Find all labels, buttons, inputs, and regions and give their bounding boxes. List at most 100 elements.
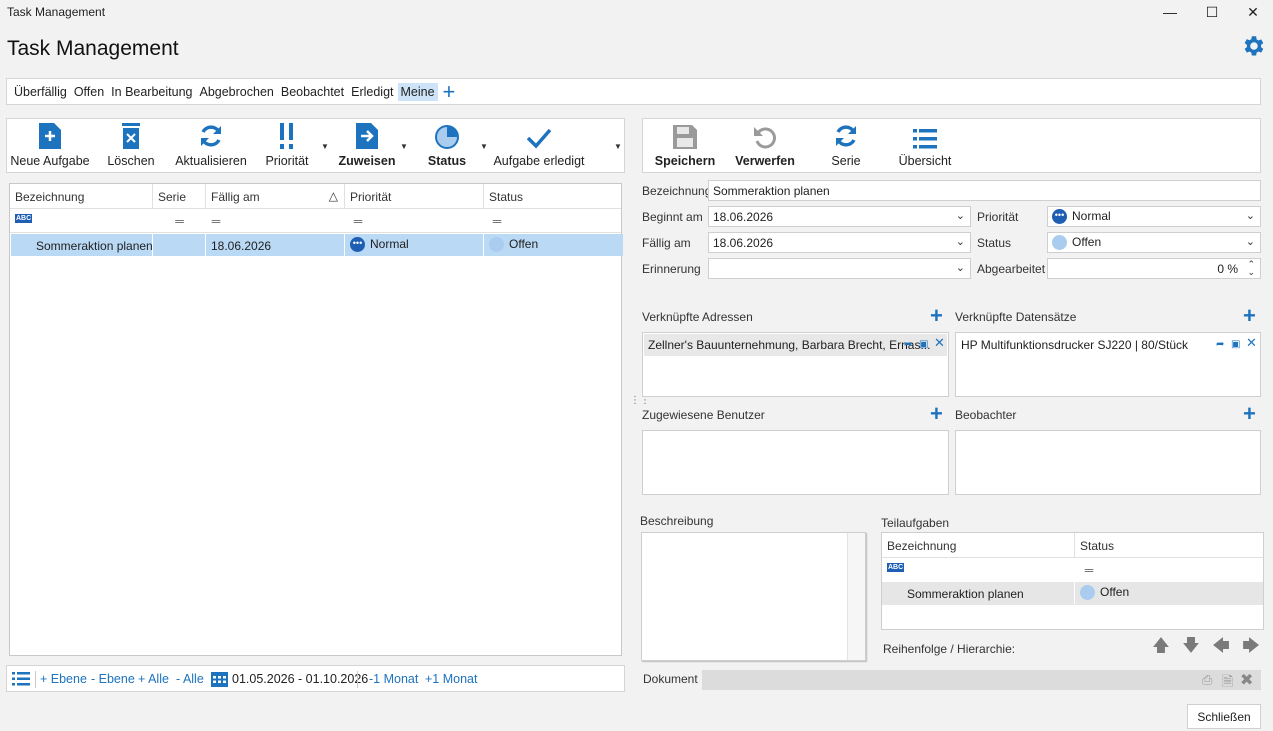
details-icon[interactable]: ▣ xyxy=(919,340,929,350)
clear-document-icon[interactable]: ✖ xyxy=(1240,670,1253,690)
column-header-series[interactable]: Serie xyxy=(153,184,206,208)
scan-icon[interactable]: ⎙ xyxy=(1202,672,1212,688)
subtask-column-name[interactable]: Bezeichnung xyxy=(882,533,1075,557)
move-up-icon[interactable]: 🡅 xyxy=(1150,636,1172,658)
priority-select[interactable]: ••• Normal ⌄ xyxy=(1047,206,1261,227)
assign-button[interactable]: Zuweisen xyxy=(339,119,395,171)
text-filter-icon[interactable]: ABC xyxy=(15,209,33,231)
status-value: Offen xyxy=(1072,235,1102,249)
reminder-field[interactable]: ⌄ xyxy=(708,258,971,279)
chevron-down-icon[interactable]: ⌄ xyxy=(956,261,965,274)
outdent-icon[interactable]: 🡄 xyxy=(1210,636,1232,658)
add-record-icon[interactable]: + xyxy=(1243,305,1256,327)
close-window-button[interactable]: ✕ xyxy=(1233,2,1273,22)
minimize-button[interactable]: — xyxy=(1150,2,1190,22)
subtask-column-status[interactable]: Status xyxy=(1075,533,1263,557)
add-tab-icon[interactable]: + xyxy=(439,80,460,102)
add-user-icon[interactable]: + xyxy=(930,403,943,425)
details-icon[interactable]: ▣ xyxy=(1231,340,1241,350)
add-address-icon[interactable]: + xyxy=(930,305,943,327)
move-down-icon[interactable]: 🡇 xyxy=(1180,636,1202,658)
due-date-value: 18.06.2026 xyxy=(713,236,774,250)
status-filter-icon[interactable]: ═ xyxy=(1075,558,1103,580)
tab-cancelled[interactable]: Abgebrochen xyxy=(196,83,276,101)
close-button[interactable]: Schließen xyxy=(1187,704,1261,729)
column-header-name[interactable]: Bezeichnung xyxy=(10,184,153,208)
name-field[interactable]: Sommeraktion planen xyxy=(708,180,1261,201)
chevron-down-icon[interactable]: ⌄ xyxy=(1246,209,1255,222)
date-range[interactable]: 01.05.2026 - 01.10.2026 xyxy=(232,672,368,686)
spinner-arrows-icon[interactable]: ⌃ ⌄ xyxy=(1247,260,1255,277)
assign-dropdown-icon[interactable]: ▼ xyxy=(400,142,408,151)
gear-icon[interactable] xyxy=(1240,33,1266,59)
list-item[interactable]: Zellner's Bauunternehmung, Barbara Brech… xyxy=(644,334,947,356)
status-button[interactable]: Status xyxy=(425,119,469,171)
remove-icon[interactable]: ✕ xyxy=(934,336,945,349)
assigned-users-list[interactable] xyxy=(642,430,949,495)
title-bar: Task Management — ☐ ✕ xyxy=(0,0,1273,24)
expand-all-link[interactable]: + Alle xyxy=(138,672,169,686)
description-textarea[interactable] xyxy=(641,532,866,661)
description-scrollbar[interactable] xyxy=(847,533,865,660)
tab-observed[interactable]: Beobachtet xyxy=(278,83,347,101)
column-header-status[interactable]: Status xyxy=(484,184,622,208)
chevron-down-icon[interactable]: ⌄ xyxy=(956,235,965,248)
document-field[interactable]: ⎙ 🗎 ✖ xyxy=(702,670,1261,690)
priority-filter-icon[interactable]: ═ xyxy=(345,209,371,231)
maximize-button[interactable]: ☐ xyxy=(1192,2,1232,22)
open-link-icon[interactable]: ➦ xyxy=(904,340,914,350)
collapse-level-link[interactable]: - Ebene xyxy=(91,672,135,686)
assign-label: Zuweisen xyxy=(338,154,396,168)
due-date-field[interactable]: 18.06.2026 ⌄ xyxy=(708,232,971,253)
more-dropdown-icon[interactable]: ▼ xyxy=(614,142,622,151)
tab-mine[interactable]: Meine xyxy=(397,82,438,101)
tab-done[interactable]: Erledigt xyxy=(348,83,396,101)
tab-open[interactable]: Offen xyxy=(71,83,107,101)
save-button[interactable]: Speichern xyxy=(655,119,715,171)
tab-in-progress[interactable]: In Bearbeitung xyxy=(108,83,195,101)
task-done-label: Aufgabe erledigt xyxy=(493,154,585,168)
due-filter-icon[interactable]: ═ xyxy=(206,209,226,231)
expand-level-link[interactable]: + Ebene xyxy=(40,672,87,686)
chevron-down-icon[interactable]: ⌄ xyxy=(1246,235,1255,248)
start-date-field[interactable]: 18.06.2026 ⌄ xyxy=(708,206,971,227)
discard-button[interactable]: Verwerfen xyxy=(735,119,795,171)
progress-spinner[interactable]: 0 % ⌃ ⌄ xyxy=(1047,258,1261,279)
splitter-handle[interactable]: ⋮⋮ xyxy=(630,396,650,406)
description-label: Beschreibung xyxy=(640,514,714,528)
priority-dropdown-icon[interactable]: ▼ xyxy=(321,142,329,151)
refresh-button[interactable]: Aktualisieren xyxy=(175,119,247,171)
observers-list[interactable] xyxy=(955,430,1261,495)
indent-icon[interactable]: 🡆 xyxy=(1240,636,1262,658)
table-row[interactable]: Sommeraktion planen Offen xyxy=(882,582,1263,605)
open-link-icon[interactable]: ➦ xyxy=(1216,340,1226,350)
linked-addresses-list: Zellner's Bauunternehmung, Barbara Brech… xyxy=(642,332,949,397)
table-row[interactable]: Sommeraktion planen 18.06.2026 ••• Normal… xyxy=(11,234,623,256)
new-task-button[interactable]: Neue Aufgabe xyxy=(10,119,90,171)
column-header-due[interactable]: Fällig am △ xyxy=(206,184,345,208)
collapse-all-link[interactable]: - Alle xyxy=(176,672,204,686)
overview-button[interactable]: Übersicht xyxy=(895,119,955,171)
status-filter-icon[interactable]: ═ xyxy=(484,209,510,231)
list-item[interactable]: HP Multifunktionsdrucker SJ220 | 80/Stüc… xyxy=(957,334,1259,356)
new-document-icon[interactable]: 🗎 xyxy=(1222,671,1233,695)
text-filter-icon[interactable]: ABC xyxy=(887,558,905,580)
task-done-button[interactable]: Aufgabe erledigt xyxy=(493,119,585,171)
column-header-priority[interactable]: Priorität xyxy=(345,184,484,208)
status-select[interactable]: Offen ⌄ xyxy=(1047,232,1261,253)
series-button[interactable]: Serie xyxy=(826,119,866,171)
previous-month-link[interactable]: -1 Monat xyxy=(369,672,418,686)
status-dropdown-icon[interactable]: ▼ xyxy=(480,142,488,151)
tab-overdue[interactable]: Überfällig xyxy=(11,83,70,101)
list-icon[interactable] xyxy=(12,672,30,686)
status-label: Status xyxy=(427,154,467,168)
calendar-icon[interactable] xyxy=(211,670,228,687)
next-month-link[interactable]: +1 Monat xyxy=(425,672,477,686)
save-label: Speichern xyxy=(654,154,716,168)
delete-button[interactable]: Löschen xyxy=(105,119,157,171)
series-filter-icon[interactable]: ═ xyxy=(153,209,206,231)
remove-icon[interactable]: ✕ xyxy=(1246,336,1257,349)
chevron-down-icon[interactable]: ⌄ xyxy=(956,209,965,222)
add-observer-icon[interactable]: + xyxy=(1243,403,1256,425)
priority-button[interactable]: Priorität xyxy=(261,119,313,171)
